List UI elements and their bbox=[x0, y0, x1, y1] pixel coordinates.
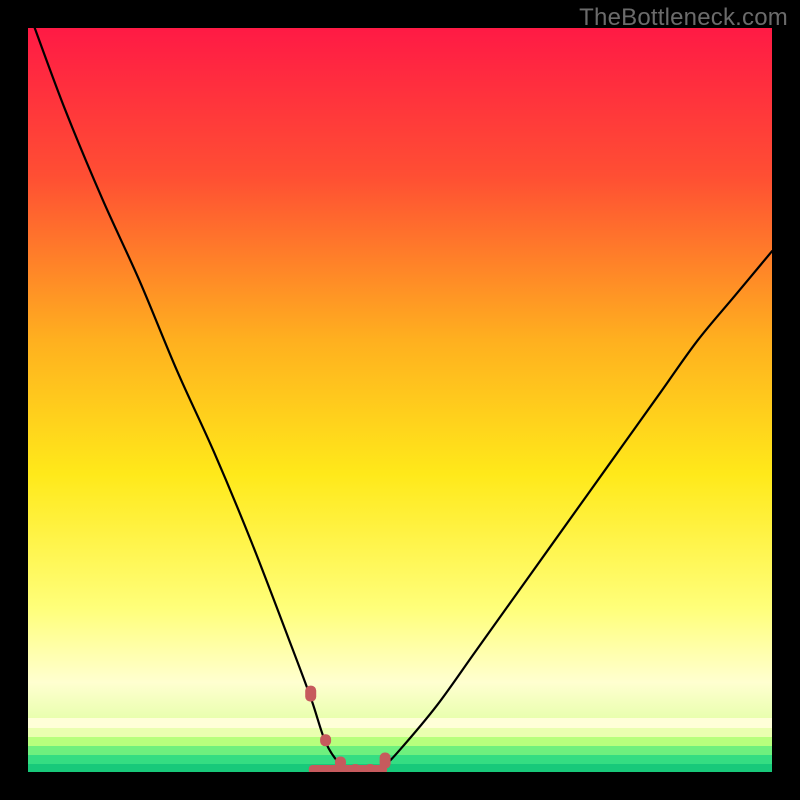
outer-frame: TheBottleneck.com bbox=[0, 0, 800, 800]
plot-area bbox=[28, 28, 772, 772]
trough-bar bbox=[309, 765, 387, 772]
chart-svg bbox=[28, 28, 772, 772]
trough-marker bbox=[305, 686, 316, 702]
trough-marker bbox=[320, 734, 331, 746]
gradient-background bbox=[28, 28, 772, 772]
green-bands bbox=[28, 718, 772, 772]
